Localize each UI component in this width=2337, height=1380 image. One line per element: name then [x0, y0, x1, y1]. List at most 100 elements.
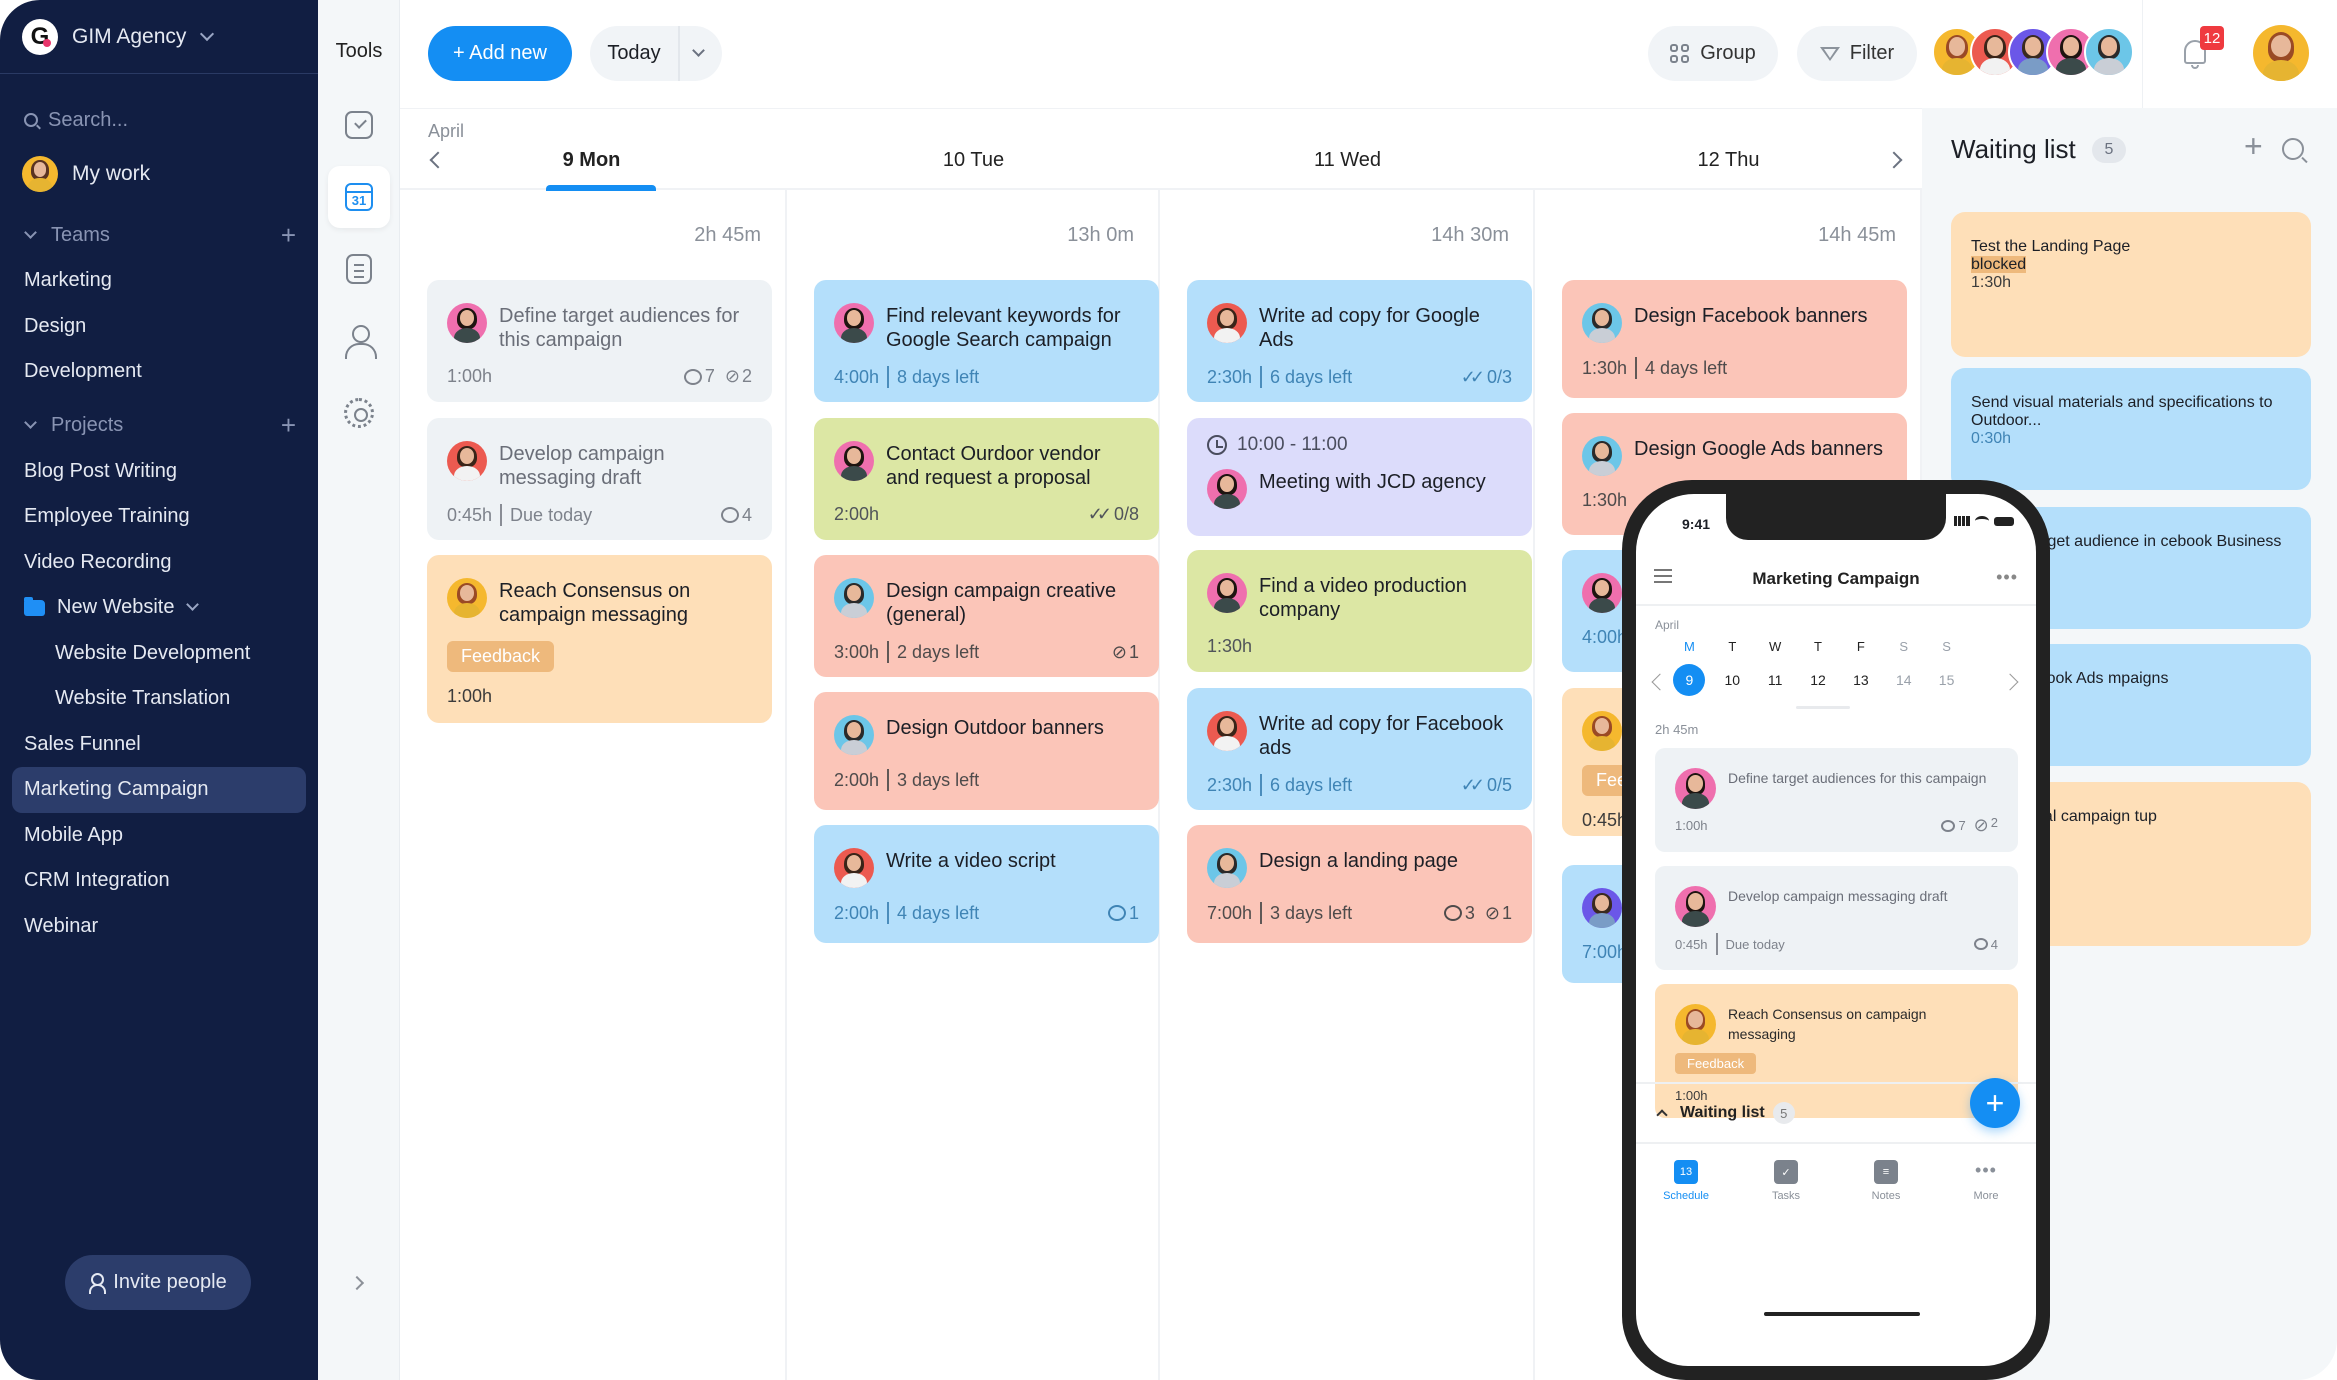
chevron-down-icon[interactable] [186, 598, 200, 612]
add-fab-button[interactable]: + [1970, 1078, 2020, 1128]
sidebar-item-project[interactable]: Sales Funnel [0, 722, 318, 768]
sidebar-item-project[interactable]: Marketing Campaign [12, 767, 306, 813]
tool-calendar[interactable]: 31 [328, 166, 390, 228]
phone-tab-tasks[interactable]: ✓ Tasks [1736, 1146, 1836, 1226]
task-card[interactable]: Define target audiences for this campaig… [427, 280, 772, 402]
chevron-left-icon[interactable] [1651, 673, 1669, 691]
card-header: Design Outdoor banners [834, 714, 1139, 755]
task-duration: 2:00h [834, 769, 880, 790]
chevron-down-icon[interactable] [692, 44, 705, 57]
task-card[interactable]: Find relevant keywords for Google Search… [814, 280, 1159, 402]
task-card[interactable]: Find a video production company 1:30h [1187, 550, 1532, 672]
projects-section-header[interactable]: Projects + [0, 403, 318, 449]
group-button[interactable]: Group [1648, 26, 1778, 81]
card-header: Write a video script [834, 847, 1139, 888]
task-card[interactable]: Write ad copy for Facebook ads 2:30h 6 day… [1187, 688, 1532, 810]
more-icon[interactable]: ••• [1996, 567, 2018, 588]
filter-button[interactable]: Filter [1797, 26, 1917, 81]
task-card[interactable]: Design Facebook banners 1:30h 4 days left [1562, 280, 1907, 398]
task-card[interactable]: Test the Landing Page blocked 1:30h [1951, 212, 2311, 357]
teams-section-header[interactable]: Teams + [0, 212, 318, 258]
task-card[interactable]: Write a video script 2:00h 4 days left 1 [814, 825, 1159, 943]
phone-tab-schedule[interactable]: 13 Schedule [1636, 1146, 1736, 1226]
sidebar-item-team[interactable]: Development [0, 349, 318, 395]
sidebar-item-project[interactable]: Webinar [0, 904, 318, 950]
avatar[interactable] [2084, 27, 2134, 77]
tool-notes[interactable] [328, 238, 390, 300]
task-meta: 2:00h 4 days left 1 [834, 902, 1139, 924]
sidebar-search[interactable]: Search... [0, 74, 318, 144]
sidebar-item-project[interactable]: Mobile App [0, 813, 318, 859]
day-tab[interactable]: 9 Mon [492, 149, 692, 172]
task-due: Due today [510, 504, 593, 525]
phone-tab-notes[interactable]: ≡ Notes [1836, 1146, 1936, 1226]
task-duration: 7:00h [1207, 902, 1253, 923]
sidebar-item-project[interactable]: CRM Integration [0, 858, 318, 904]
today-dropdown[interactable]: Today [590, 26, 722, 81]
task-card[interactable]: Design a landing page 7:00h 3 days left 3 ⊘ 1 [1187, 825, 1532, 943]
task-card[interactable]: Reach Consensus on campaign messaging Fee… [427, 555, 772, 723]
sidebar-item-team[interactable]: Design [0, 304, 318, 350]
phone-day[interactable]: M9 [1668, 639, 1711, 696]
expand-chevron-icon[interactable] [349, 1275, 365, 1291]
task-card[interactable]: Write ad copy for Google Ads 2:30h 6 days … [1187, 280, 1532, 402]
chevron-right-icon[interactable] [1885, 151, 1903, 169]
phone-day[interactable]: S 14 [1882, 639, 1925, 696]
phone-task-card[interactable]: Develop campaign messaging draft 0:45h Due… [1655, 866, 2018, 970]
avatar [447, 303, 487, 343]
phone-day[interactable]: T 10 [1711, 639, 1754, 696]
avatar [1207, 469, 1247, 509]
phone-month: April [1655, 618, 1680, 632]
sidebar-item-my-work[interactable]: My work [0, 144, 318, 204]
task-duration: 2:30h [1207, 774, 1253, 795]
phone-task-card[interactable]: Define target audiences for this campaig… [1655, 748, 2018, 852]
workspace-switcher[interactable]: G GIM Agency [0, 0, 318, 74]
double-check-icon: ✓✓ [1460, 774, 1485, 795]
chevron-left-icon[interactable] [429, 151, 447, 169]
comments-count: 7 [1941, 818, 1966, 833]
day-tab[interactable]: 12 Thu [1629, 149, 1829, 172]
tool-people[interactable] [328, 310, 390, 372]
task-card[interactable]: Contact Ourdoor vendor and request a pro… [814, 418, 1159, 540]
task-card[interactable]: Develop campaign messaging draft 0:45h Due… [427, 418, 772, 540]
add-project-icon[interactable]: + [281, 410, 296, 441]
task-card[interactable]: 10:00 - 11:00 Meeting with JCD agency [1187, 418, 1532, 536]
sidebar-item-team[interactable]: Marketing [0, 258, 318, 304]
divider [1635, 357, 1638, 379]
sidebar-item-project[interactable]: Website Translation [0, 676, 318, 722]
comments-value: 4 [741, 504, 752, 525]
task-meta: 4:00h 8 days left [834, 366, 1139, 388]
phone-tab-label: Schedule [1663, 1190, 1709, 1202]
phone-day-number: 11 [1767, 672, 1783, 688]
day-total: 2h 45m [694, 224, 761, 246]
search-icon[interactable] [2282, 138, 2304, 160]
phone-day[interactable]: T 12 [1797, 639, 1840, 696]
sidebar-item-project[interactable]: Blog Post Writing [0, 449, 318, 495]
sidebar-item-project[interactable]: Website Development [0, 631, 318, 677]
tool-settings[interactable] [328, 382, 390, 444]
sidebar-item-project[interactable]: New Website [0, 585, 318, 631]
phone-day[interactable]: S 15 [1925, 639, 1968, 696]
add-team-icon[interactable]: + [281, 220, 296, 251]
add-new-button[interactable]: + Add new [428, 26, 572, 81]
my-work-label: My work [72, 162, 151, 185]
task-card[interactable]: Design Outdoor banners 2:00h 3 days left [814, 692, 1159, 810]
day-tab[interactable]: 10 Tue [874, 149, 1074, 172]
phone-waiting-count: 5 [1772, 1102, 1795, 1124]
task-title: Design Facebook banners [1634, 305, 1868, 327]
task-card[interactable]: Send visual materials and specifications… [1951, 368, 2311, 490]
sidebar-item-project[interactable]: Video Recording [0, 540, 318, 586]
phone-tab-more[interactable]: ••• More [1936, 1146, 2036, 1226]
phone-day[interactable]: F 13 [1839, 639, 1882, 696]
task-card[interactable]: Design campaign creative (general) 3:00h 2… [814, 555, 1159, 677]
add-icon[interactable]: + [2244, 128, 2263, 165]
team-avatars[interactable] [1932, 27, 2134, 81]
user-avatar[interactable] [2253, 25, 2309, 81]
chevron-right-icon[interactable] [2001, 673, 2019, 691]
phone-day[interactable]: W 11 [1754, 639, 1797, 696]
day-tab[interactable]: 11 Wed [1248, 149, 1448, 172]
tool-tasks[interactable] [328, 94, 390, 156]
drag-handle[interactable] [1796, 706, 1850, 709]
invite-people-button[interactable]: Invite people [65, 1255, 251, 1310]
sidebar-item-project[interactable]: Employee Training [0, 494, 318, 540]
